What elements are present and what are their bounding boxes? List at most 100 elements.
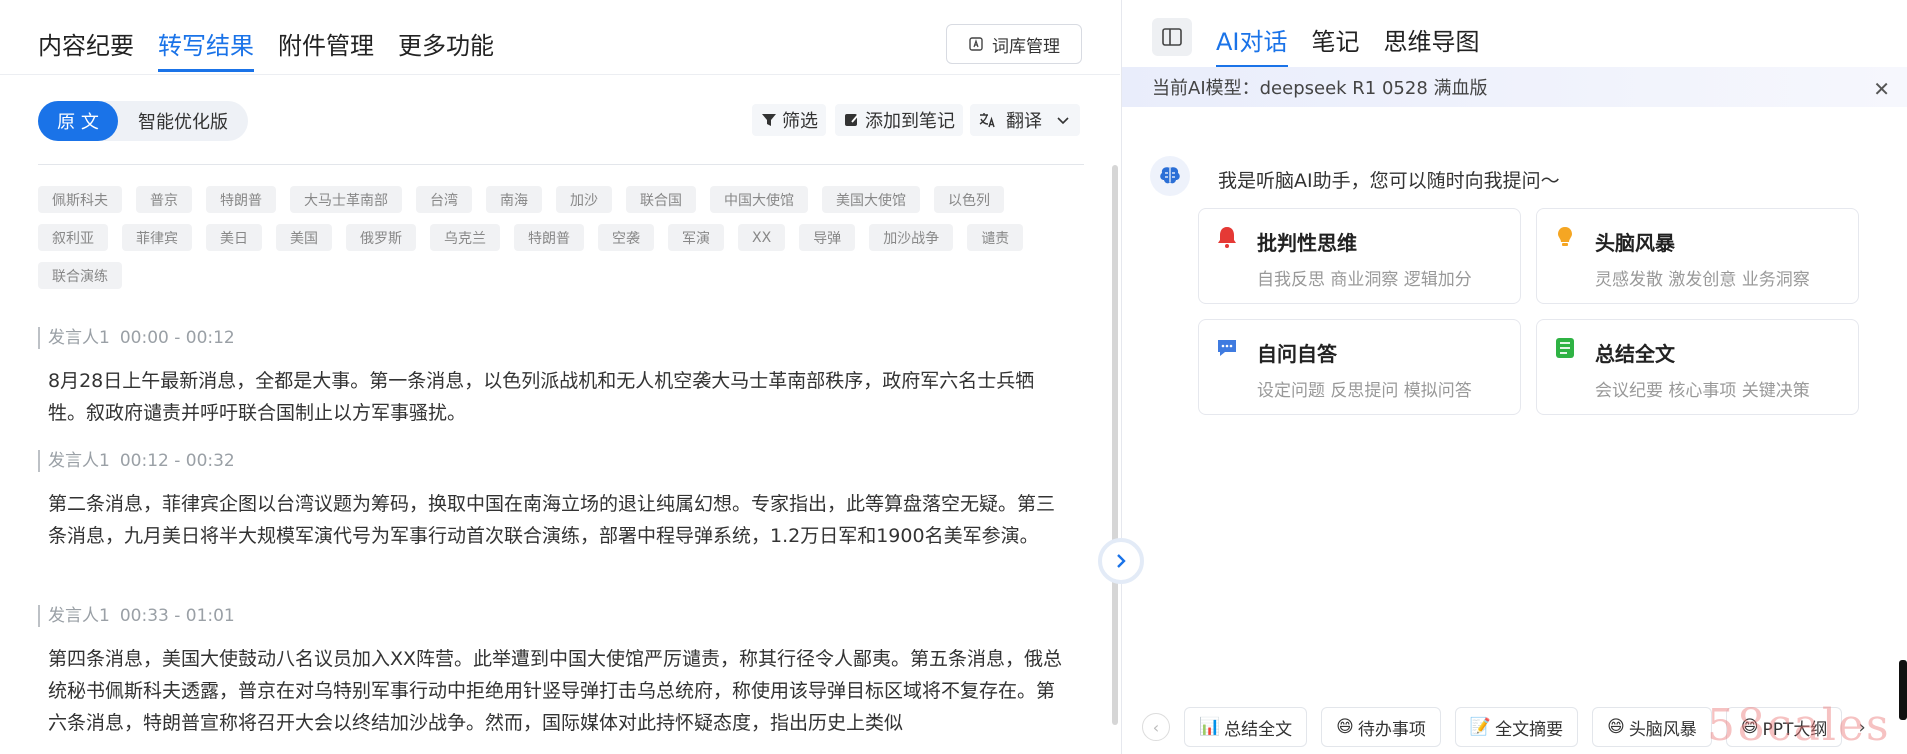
sidebar-toggle-button[interactable] xyxy=(1152,18,1192,56)
translate-label: 翻译 xyxy=(1006,111,1042,132)
keyword-chip[interactable]: 菲律宾 xyxy=(122,224,192,251)
prompt-card-summary[interactable]: 总结全文 会议纪要 核心事项 关键决策 xyxy=(1536,319,1859,415)
keyword-chip[interactable]: 叙利亚 xyxy=(38,224,108,251)
speaker-name: 发言人1 xyxy=(48,328,110,348)
chevron-left-icon[interactable]: ‹ xyxy=(1142,713,1170,741)
transcript-panel: 内容纪要 转写结果 附件管理 更多功能 词库管理 原 文 智能优化版 筛选 添加… xyxy=(0,0,1120,754)
keyword-chip[interactable]: 普京 xyxy=(136,186,192,213)
expand-panel-button[interactable] xyxy=(1098,538,1144,584)
keyword-chip[interactable]: 美国 xyxy=(276,224,332,251)
keyword-chip[interactable]: 美日 xyxy=(206,224,262,251)
bell-icon xyxy=(1218,227,1236,248)
model-bar: 当前AI模型：deepseek R1 0528 满血版 ✕ xyxy=(1122,67,1907,107)
transcript-text[interactable]: 8月28日上午最新消息，全都是大事。第一条消息，以色列派战机和无人机空袭大马士革… xyxy=(48,365,1068,429)
transcript-segment: 发言人1 00:00 - 00:12 8月28日上午最新消息，全都是大事。第一条消… xyxy=(38,327,1068,429)
transcript-text[interactable]: 第四条消息，美国大使鼓动八名议员加入XX阵营。此举遭到中国大使馆严厉谴责，称其行… xyxy=(48,643,1068,739)
close-icon[interactable]: ✕ xyxy=(1873,77,1890,101)
quick-action-label: 全文摘要 xyxy=(1495,719,1564,740)
keyword-chip[interactable]: 联合演练 xyxy=(38,262,122,289)
version-toggle[interactable]: 原 文 智能优化版 xyxy=(38,101,248,141)
brain-icon xyxy=(1160,167,1180,184)
smile-emoji-icon: 😄 xyxy=(1607,717,1625,737)
edit-note-icon xyxy=(845,114,859,126)
keyword-chip[interactable]: 大马士革南部 xyxy=(290,186,402,213)
speaker-name: 发言人1 xyxy=(48,451,110,471)
speaker-label[interactable]: 发言人1 00:12 - 00:32 xyxy=(38,450,1068,472)
keyword-chip[interactable]: 佩斯科夫 xyxy=(38,186,122,213)
card-subtitle: 设定问题 反思提问 模拟问答 xyxy=(1257,381,1472,401)
card-subtitle: 灵感发散 激发创意 业务洞察 xyxy=(1595,270,1810,290)
tab-notes[interactable]: 笔记 xyxy=(1312,22,1360,68)
prompt-card-self-qa[interactable]: 自问自答 设定问题 反思提问 模拟问答 xyxy=(1198,319,1521,415)
watermark: 58cales xyxy=(1707,700,1891,751)
card-title: 头脑风暴 xyxy=(1595,231,1675,255)
transcript-segment: 发言人1 00:12 - 00:32 第二条消息，菲律宾企图以台湾议题为筹码，换取… xyxy=(38,450,1068,552)
toggle-original[interactable]: 原 文 xyxy=(38,101,118,141)
smile-emoji-icon: 😄 xyxy=(1336,717,1354,737)
keyword-chip[interactable]: 加沙 xyxy=(556,186,612,213)
add-to-notes-label: 添加到笔记 xyxy=(865,111,955,132)
keyword-chip[interactable]: 中国大使馆 xyxy=(710,186,808,213)
keyword-chip[interactable]: 加沙战争 xyxy=(869,224,954,251)
quick-action-todo[interactable]: 😄 待办事项 xyxy=(1321,707,1441,747)
tab-more[interactable]: 更多功能 xyxy=(398,26,494,72)
prompt-card-brainstorm[interactable]: 头脑风暴 灵感发散 激发创意 业务洞察 xyxy=(1536,208,1859,304)
speaker-label[interactable]: 发言人1 00:00 - 00:12 xyxy=(38,327,1068,349)
ai-avatar xyxy=(1150,156,1190,196)
bulb-icon xyxy=(1558,227,1572,246)
tab-ai-chat[interactable]: AI对话 xyxy=(1216,22,1288,68)
keyword-chip[interactable]: 导弹 xyxy=(799,224,856,251)
divider xyxy=(38,164,1084,165)
tab-summary[interactable]: 内容纪要 xyxy=(38,26,134,72)
keyword-chip[interactable]: 乌克兰 xyxy=(430,224,500,251)
keyword-chip[interactable]: XX xyxy=(738,224,786,251)
keyword-chip[interactable]: 谴责 xyxy=(967,224,1024,251)
dictionary-icon xyxy=(969,37,983,51)
tab-attachments[interactable]: 附件管理 xyxy=(278,26,374,72)
filter-button[interactable]: 筛选 xyxy=(752,104,826,136)
tab-transcript[interactable]: 转写结果 xyxy=(158,26,254,72)
keyword-chip[interactable]: 军演 xyxy=(668,224,724,251)
add-to-notes-button[interactable]: 添加到笔记 xyxy=(835,104,963,136)
lexicon-button[interactable]: 词库管理 xyxy=(946,24,1082,64)
keyword-chip[interactable]: 特朗普 xyxy=(514,224,584,251)
toggle-optimized[interactable]: 智能优化版 xyxy=(118,101,248,141)
timestamp: 00:12 - 00:32 xyxy=(119,451,235,471)
chart-emoji-icon: 📊 xyxy=(1199,717,1221,737)
list-icon xyxy=(1556,338,1574,358)
translate-dropdown[interactable]: 翻译 xyxy=(970,104,1080,136)
keyword-chip[interactable]: 台湾 xyxy=(416,186,472,213)
keyword-chip[interactable]: 空袭 xyxy=(598,224,654,251)
quick-action-brainstorm[interactable]: 😄 头脑风暴 xyxy=(1592,707,1712,747)
ai-panel: AI对话 笔记 思维导图 当前AI模型：deepseek R1 0528 满血版… xyxy=(1121,0,1907,754)
keyword-chip[interactable]: 联合国 xyxy=(626,186,696,213)
tab-mindmap[interactable]: 思维导图 xyxy=(1384,22,1480,68)
edge-handle[interactable] xyxy=(1899,660,1907,720)
speaker-label[interactable]: 发言人1 00:33 - 01:01 xyxy=(38,605,1068,627)
keyword-chip[interactable]: 特朗普 xyxy=(206,186,276,213)
model-label: 当前AI模型：deepseek R1 0528 满血版 xyxy=(1152,78,1488,99)
top-tabs: 内容纪要 转写结果 附件管理 更多功能 xyxy=(38,26,494,72)
speaker-name: 发言人1 xyxy=(48,606,110,626)
card-subtitle: 自我反思 商业洞察 逻辑加分 xyxy=(1257,270,1472,290)
quick-action-label: 总结全文 xyxy=(1224,719,1293,740)
card-title: 批判性思维 xyxy=(1257,231,1357,255)
divider xyxy=(0,74,1120,75)
keyword-chip[interactable]: 美国大使馆 xyxy=(822,186,920,213)
transcript-segment: 发言人1 00:33 - 01:01 第四条消息，美国大使鼓动八名议员加入XX阵营… xyxy=(38,605,1068,739)
quick-action-abstract[interactable]: 📝 全文摘要 xyxy=(1454,707,1579,747)
keyword-chip[interactable]: 以色列 xyxy=(934,186,1004,213)
keyword-chip[interactable]: 南海 xyxy=(486,186,542,213)
filter-label: 筛选 xyxy=(782,111,818,132)
memo-emoji-icon: 📝 xyxy=(1469,717,1492,737)
prompt-card-critical-thinking[interactable]: 批判性思维 自我反思 商业洞察 逻辑加分 xyxy=(1198,208,1521,304)
quick-action-label: 待办事项 xyxy=(1357,719,1426,740)
scrollbar[interactable] xyxy=(1112,165,1118,725)
card-title: 总结全文 xyxy=(1595,342,1675,366)
card-title: 自问自答 xyxy=(1257,342,1337,366)
transcript-text[interactable]: 第二条消息，菲律宾企图以台湾议题为筹码，换取中国在南海立场的退让纯属幻想。专家指… xyxy=(48,488,1068,552)
keyword-chip[interactable]: 俄罗斯 xyxy=(346,224,416,251)
ai-tabs: AI对话 笔记 思维导图 xyxy=(1216,22,1480,68)
lexicon-button-label: 词库管理 xyxy=(992,36,1060,57)
quick-action-summary[interactable]: 📊 总结全文 xyxy=(1184,707,1308,747)
